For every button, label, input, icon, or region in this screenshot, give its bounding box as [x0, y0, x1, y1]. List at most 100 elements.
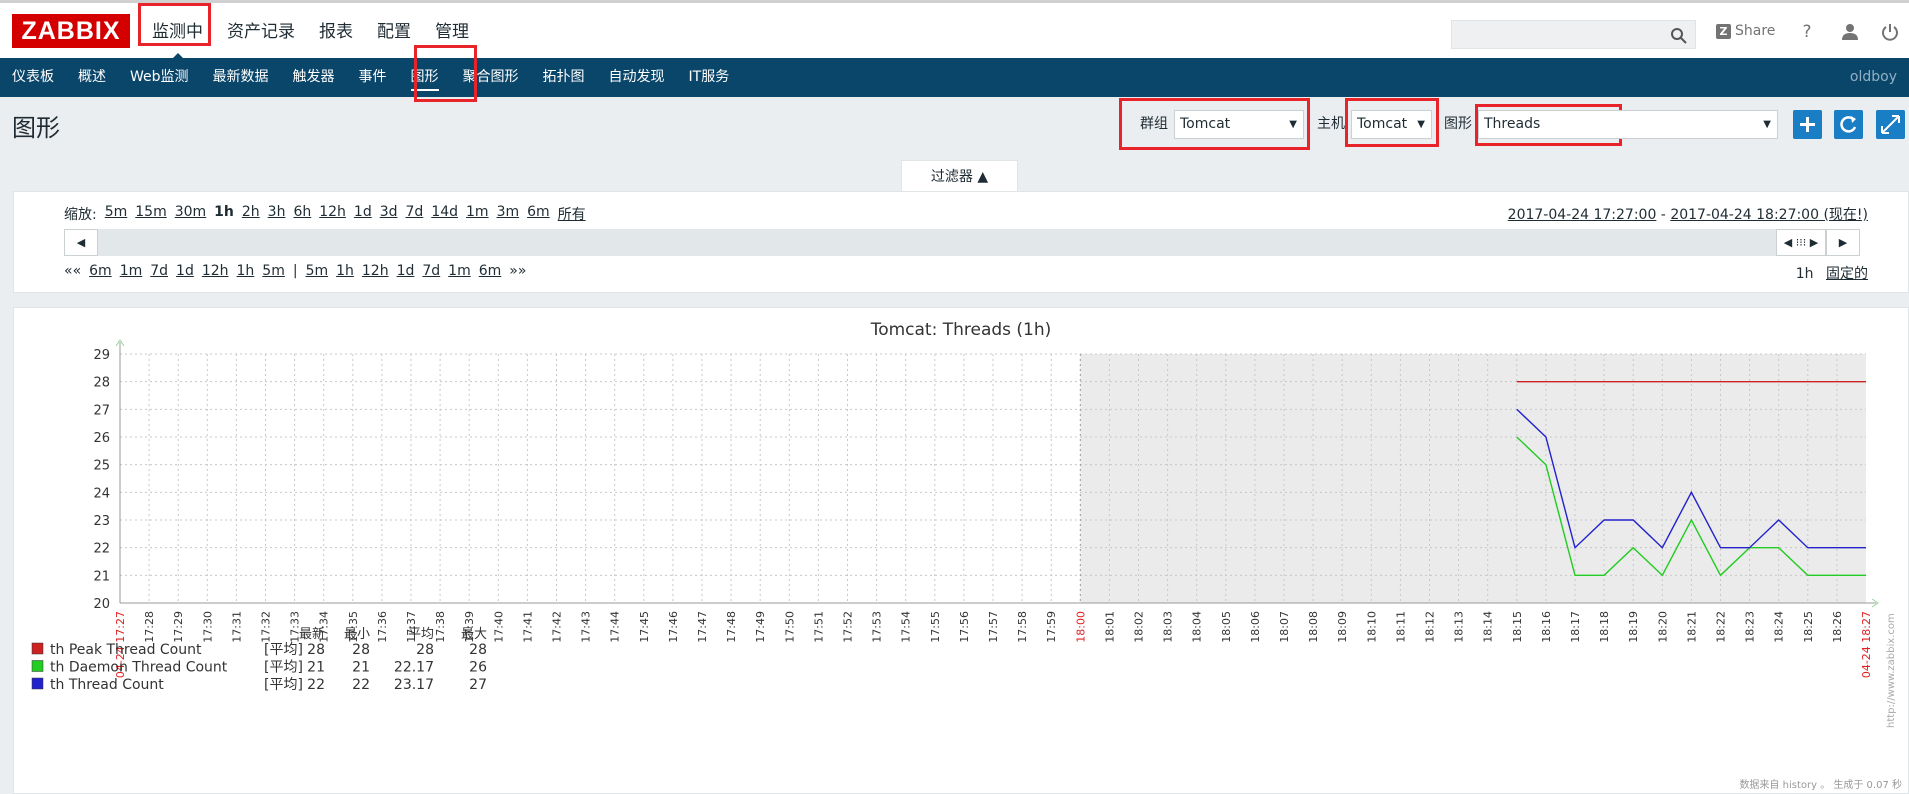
- scroll-left-button[interactable]: ◀: [64, 229, 98, 256]
- menu-inventory[interactable]: 资产记录: [215, 3, 307, 61]
- zoom-option[interactable]: 6h: [293, 204, 311, 224]
- graph-select[interactable]: Threads ▼: [1478, 110, 1778, 139]
- x-axis-ticks: 04-24 17:27 17:28 17:29 17:30 17:31 17:32 17:3…: [114, 611, 1873, 678]
- y-tick-label: 27: [93, 403, 110, 418]
- legend-value: 22: [307, 677, 325, 693]
- submenu-web[interactable]: Web监测: [118, 58, 201, 97]
- x-tick-label: 17:41: [521, 611, 534, 643]
- legend-series-name: th Daemon Thread Count: [50, 660, 228, 676]
- x-tick-label: 17:54: [900, 611, 913, 643]
- nav-back-option[interactable]: 1d: [176, 263, 194, 279]
- submenu-maps[interactable]: 拓扑图: [531, 58, 597, 97]
- zoom-option[interactable]: 6m: [527, 204, 550, 224]
- graph-label: 图形: [1444, 116, 1472, 132]
- legend-value: 22: [352, 677, 370, 693]
- x-tick-label: 18:06: [1249, 611, 1262, 643]
- scrollbar-handle[interactable]: ◀ ⁝⁝⁝ ▶: [1776, 229, 1826, 256]
- nav-back-all[interactable]: ««: [64, 263, 81, 279]
- zoom-option[interactable]: 3m: [497, 204, 520, 224]
- zoom-option[interactable]: 2h: [242, 204, 260, 224]
- zoom-option[interactable]: 所有: [558, 204, 586, 224]
- nav-back-option[interactable]: 1m: [120, 263, 143, 279]
- nav-forward-option[interactable]: 12h: [362, 263, 389, 279]
- legend-swatch: [31, 660, 44, 672]
- share-link[interactable]: Z Share: [1716, 23, 1775, 39]
- submenu-triggers[interactable]: 触发器: [281, 58, 347, 97]
- username: oldboy: [1849, 69, 1897, 85]
- zoom-option[interactable]: 3h: [268, 204, 286, 224]
- zoom-option[interactable]: 1d: [354, 204, 372, 224]
- x-tick-label: 18:14: [1482, 611, 1495, 643]
- nav-back-option[interactable]: 5m: [262, 263, 285, 279]
- zoom-option[interactable]: 15m: [135, 204, 166, 224]
- nav-forward-option[interactable]: 1m: [448, 263, 471, 279]
- scroll-right-button[interactable]: ▶: [1826, 229, 1860, 256]
- y-tick-label: 26: [93, 431, 110, 446]
- add-to-favorites-button[interactable]: [1793, 110, 1822, 139]
- zoom-option[interactable]: 30m: [175, 204, 206, 224]
- nav-forward-all[interactable]: »»: [509, 263, 526, 279]
- zoom-option[interactable]: 14d: [431, 204, 458, 224]
- user-profile-icon[interactable]: [1840, 22, 1860, 42]
- x-tick-label: 18:20: [1656, 611, 1669, 643]
- x-tick-label: 18:23: [1744, 611, 1757, 643]
- zoom-option[interactable]: 5m: [105, 204, 128, 224]
- x-tick-label: 18:11: [1394, 611, 1407, 643]
- x-tick-label: 17:29: [172, 611, 185, 643]
- sub-menu: 仪表板 概述 Web监测 最新数据 触发器 事件 图形 聚合图形 拓扑图 自动发…: [0, 58, 741, 97]
- range-from[interactable]: 2017-04-24 17:27:00: [1508, 207, 1657, 223]
- sub-menu-bar: 仪表板 概述 Web监测 最新数据 触发器 事件 图形 聚合图形 拓扑图 自动发…: [0, 58, 1909, 97]
- zoom-option[interactable]: 12h: [319, 204, 346, 224]
- period-fixed-toggle[interactable]: 固定的: [1826, 266, 1868, 282]
- nav-back-option[interactable]: 6m: [89, 263, 112, 279]
- group-select[interactable]: Tomcat ▼: [1174, 110, 1304, 139]
- zoom-option-selected[interactable]: 1h: [214, 204, 234, 224]
- x-tick-label: 18:17: [1569, 611, 1582, 643]
- help-icon[interactable]: ?: [1797, 22, 1817, 42]
- submenu-it-services[interactable]: IT服务: [677, 58, 742, 97]
- fullscreen-button[interactable]: [1876, 110, 1905, 139]
- plot-shaded-region: [1080, 354, 1866, 603]
- menu-reports[interactable]: 报表: [307, 3, 365, 61]
- search-icon[interactable]: [1670, 27, 1687, 44]
- annotation-box-monitoring: [138, 3, 211, 46]
- refresh-button[interactable]: [1834, 110, 1863, 139]
- y-tick-label: 23: [93, 514, 110, 529]
- submenu-overview[interactable]: 概述: [66, 58, 118, 97]
- zoom-option[interactable]: 3d: [380, 204, 398, 224]
- x-tick-label: 18:09: [1336, 611, 1349, 643]
- sign-out-icon[interactable]: [1880, 22, 1900, 42]
- nav-forward-option[interactable]: 6m: [479, 263, 502, 279]
- submenu-discovery[interactable]: 自动发现: [597, 58, 677, 97]
- submenu-events[interactable]: 事件: [347, 58, 399, 97]
- submenu-dashboard[interactable]: 仪表板: [0, 58, 66, 97]
- group-label: 群组: [1140, 116, 1168, 132]
- y-tick-label: 24: [93, 486, 110, 501]
- nav-forward-option[interactable]: 5m: [306, 263, 329, 279]
- x-tick-label: 17:44: [609, 611, 622, 643]
- y-axis-ticks: 20 21 22 23 24 25 26 27 28 29: [93, 348, 110, 612]
- chevron-down-icon: ▼: [1417, 119, 1425, 130]
- time-filter-panel: 缩放: 5m 15m 30m 1h 2h 3h 6h 12h 1d 3d 7d …: [13, 191, 1909, 293]
- host-select[interactable]: Tomcat ▼: [1351, 110, 1432, 139]
- x-tick-label: 18:22: [1715, 611, 1728, 643]
- nav-back-option[interactable]: 12h: [202, 263, 229, 279]
- x-tick-label: 17:40: [492, 611, 505, 643]
- zabbix-logo[interactable]: ZABBIX: [12, 14, 130, 48]
- zoom-option[interactable]: 1m: [466, 204, 489, 224]
- nav-forward-option[interactable]: 1d: [397, 263, 415, 279]
- filter-toggle-tab[interactable]: 过滤器 ▲: [901, 160, 1018, 192]
- nav-forward-option[interactable]: 1h: [336, 263, 354, 279]
- range-to[interactable]: 2017-04-24 18:27:00 (现在!): [1670, 207, 1868, 223]
- nav-forward-option[interactable]: 7d: [422, 263, 440, 279]
- nav-back-option[interactable]: 1h: [237, 263, 255, 279]
- x-tick-label: 17:43: [580, 611, 593, 643]
- submenu-latest-data[interactable]: 最新数据: [201, 58, 281, 97]
- legend-value: 22.17: [394, 660, 434, 676]
- search-input[interactable]: [1451, 20, 1696, 49]
- legend-value: 21: [352, 660, 370, 676]
- period-info: 1h 固定的: [1788, 263, 1868, 283]
- nav-back-option[interactable]: 7d: [150, 263, 168, 279]
- timeline-scrollbar[interactable]: ◀ ◀ ⁝⁝⁝ ▶ ▶: [64, 229, 1860, 256]
- zoom-option[interactable]: 7d: [406, 204, 424, 224]
